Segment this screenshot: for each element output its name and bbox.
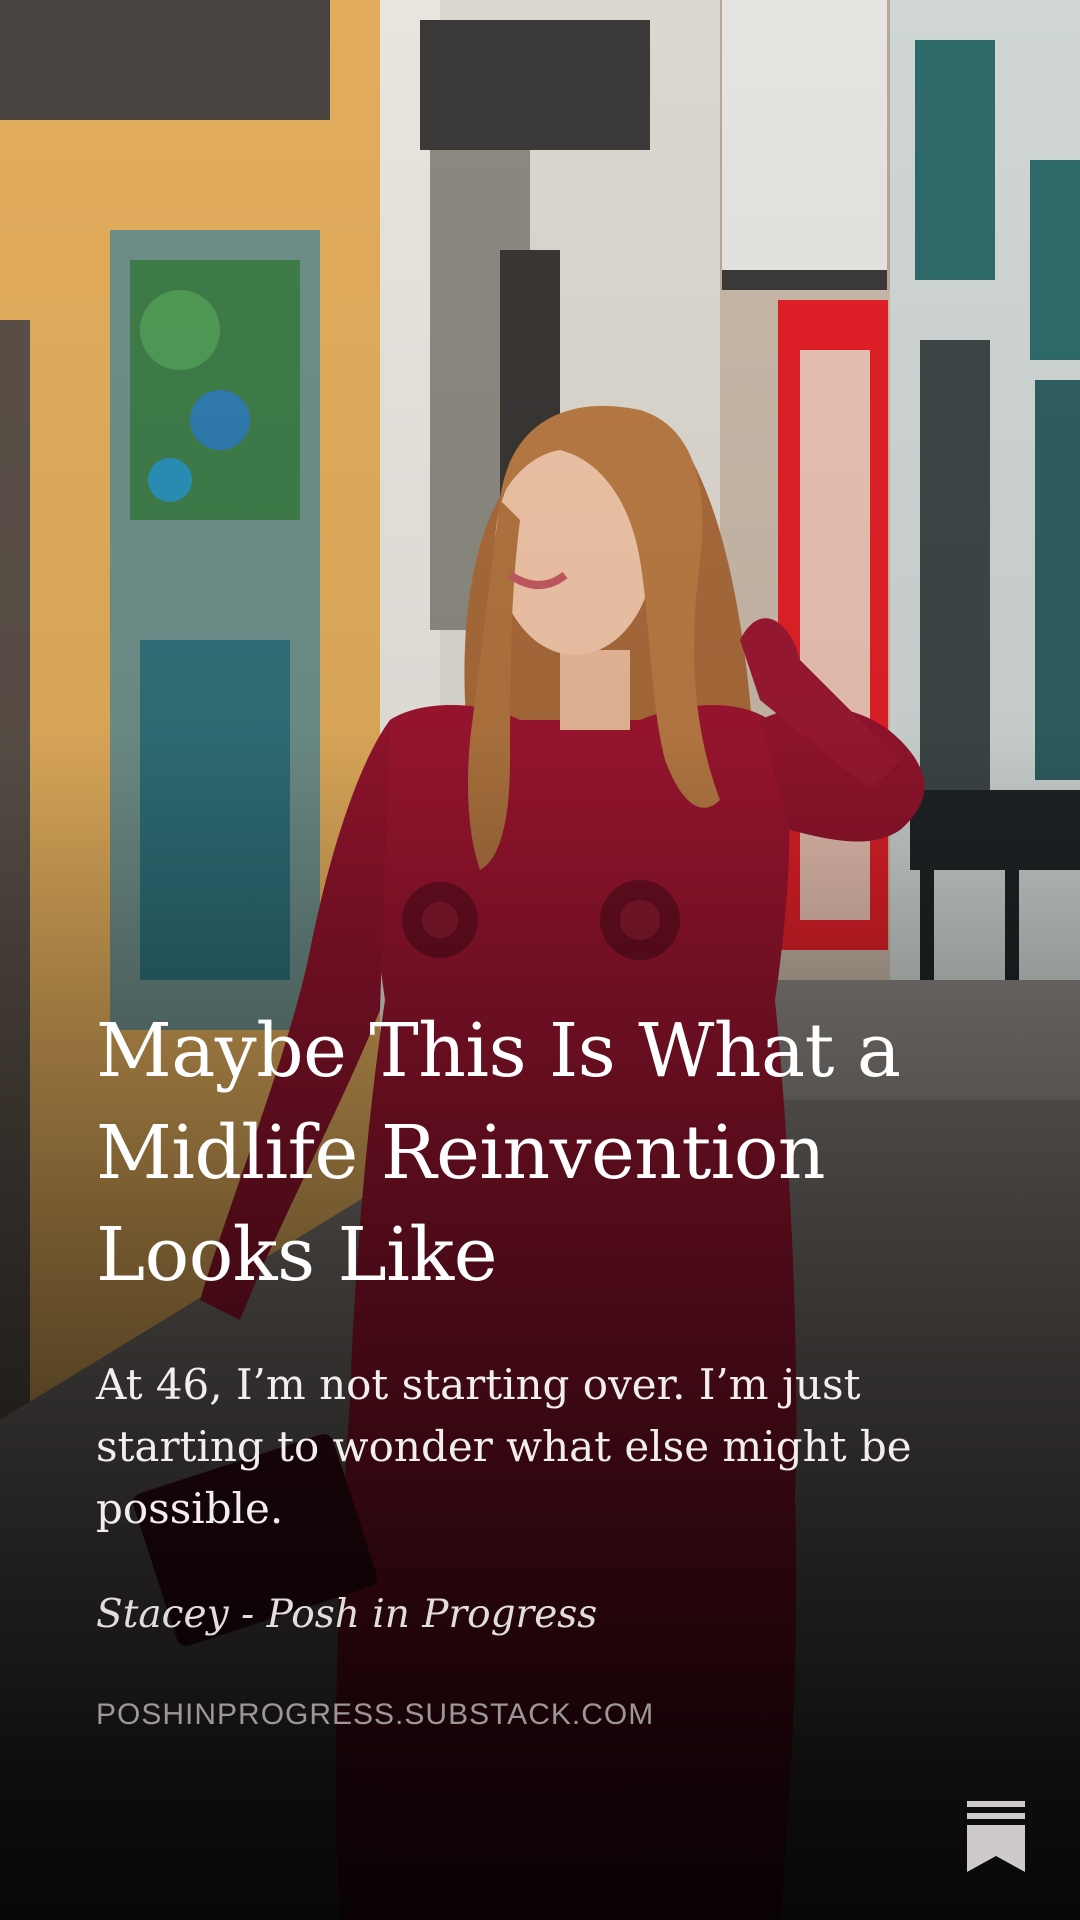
publication-domain[interactable]: POSHINPROGRESS.SUBSTACK.COM (96, 1698, 976, 1732)
post-subtitle: At 46, I’m not starting over. I’m just s… (96, 1360, 912, 1533)
post-title[interactable]: Maybe This Is What a Midlife Reinvention… (96, 1000, 976, 1306)
share-card: Maybe This Is What a Midlife Reinvention… (0, 0, 1080, 1920)
publication-author: Stacey - Posh in Progress (96, 1592, 598, 1637)
substack-bookmark-icon (967, 1801, 1025, 1872)
post-info: Maybe This Is What a Midlife Reinvention… (96, 1000, 976, 1732)
